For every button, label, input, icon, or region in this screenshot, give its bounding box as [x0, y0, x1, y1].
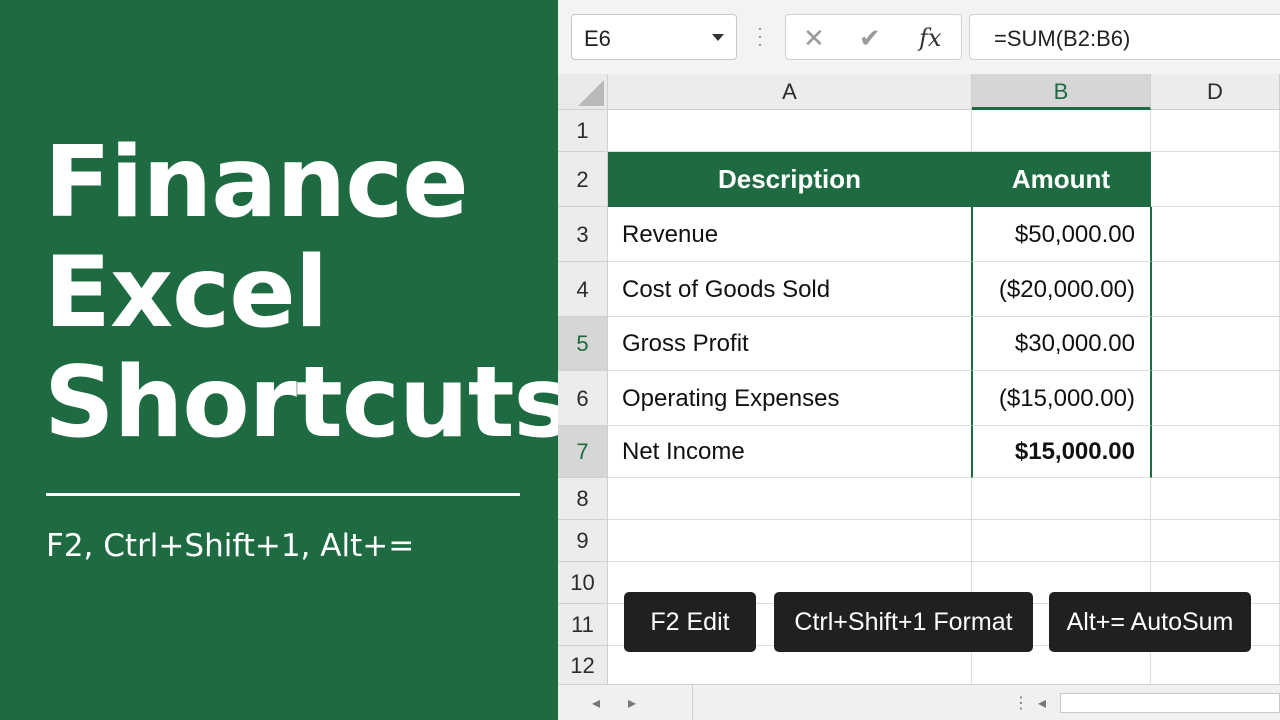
row-header-11[interactable]: 11 [558, 604, 608, 646]
formula-input[interactable]: =SUM(B2:B6) [969, 14, 1280, 60]
cell-amount[interactable]: ($20,000.00) [971, 262, 1152, 317]
promo-title: Finance Excel Shortcuts [44, 126, 572, 460]
row-header-9[interactable]: 9 [558, 520, 608, 562]
cell-a9[interactable] [608, 520, 972, 562]
cell-b9[interactable] [972, 520, 1151, 562]
sheet-status-bar: ◂ ▸ ⋮ ◂ [558, 684, 1280, 720]
table-header-description[interactable]: Description [608, 152, 972, 207]
table-header-amount[interactable]: Amount [972, 152, 1151, 207]
cell-description[interactable]: Net Income [608, 426, 972, 478]
scroll-left-icon[interactable]: ◂ [1038, 693, 1046, 713]
column-header-b[interactable]: B [972, 74, 1151, 110]
cell-d1[interactable] [1151, 110, 1280, 152]
name-box[interactable]: E6 [571, 14, 737, 60]
row-header-10[interactable]: 10 [558, 562, 608, 604]
cell-description[interactable]: Revenue [608, 207, 972, 262]
column-header-d[interactable]: D [1151, 74, 1280, 110]
fx-label: fx [919, 24, 942, 52]
shortcut-autosum-button[interactable]: Alt+= AutoSum [1049, 592, 1251, 652]
promo-title-line-2: Excel [44, 236, 328, 350]
cell-d2[interactable] [1151, 152, 1280, 207]
shortcut-f2-edit-button[interactable]: F2 Edit [624, 592, 756, 652]
horizontal-scrollbar[interactable] [1060, 693, 1280, 713]
cancel-icon[interactable]: ✕ [803, 23, 825, 54]
cell-b1[interactable] [972, 110, 1151, 152]
select-all-icon [578, 80, 604, 106]
previous-sheet-icon[interactable]: ◂ [592, 693, 600, 713]
more-options-icon[interactable]: ⋮ [1013, 693, 1029, 713]
cell-amount[interactable]: ($15,000.00) [971, 371, 1152, 426]
formula-buttons: ✕ ✔ fx [785, 14, 962, 60]
status-divider [692, 685, 693, 720]
cell-d9[interactable] [1151, 520, 1280, 562]
cell-description[interactable]: Operating Expenses [608, 371, 972, 426]
cell-b8[interactable] [972, 478, 1151, 520]
row-header-8[interactable]: 8 [558, 478, 608, 520]
cell-d4[interactable] [1152, 262, 1280, 317]
insert-function-icon[interactable]: fx [919, 24, 941, 52]
more-options-icon[interactable]: · · · [755, 19, 765, 53]
cell-a8[interactable] [608, 478, 972, 520]
name-box-value: E6 [584, 26, 611, 51]
confirm-icon[interactable]: ✔ [859, 23, 881, 54]
cell-d3[interactable] [1152, 207, 1280, 262]
formula-bar: E6 · · · ✕ ✔ fx =SUM(B2:B6) [558, 0, 1280, 74]
promo-panel: Finance Excel Shortcuts F2, Ctrl+Shift+1… [0, 0, 572, 720]
cell-d7[interactable] [1152, 426, 1280, 478]
row-header-3[interactable]: 3 [558, 207, 608, 262]
cell-amount[interactable]: $30,000.00 [971, 317, 1152, 371]
select-all-corner[interactable] [558, 74, 608, 110]
row-header-4[interactable]: 4 [558, 262, 608, 317]
cell-d6[interactable] [1152, 371, 1280, 426]
column-header-a[interactable]: A [608, 74, 972, 110]
cell-a1[interactable] [608, 110, 972, 152]
shortcut-format-button[interactable]: Ctrl+Shift+1 Format [774, 592, 1033, 652]
promo-title-line-3: Shortcuts [44, 346, 572, 460]
cell-grid: A B D 1 2 3 4 5 6 7 8 9 10 11 12 Descrip… [558, 74, 1280, 684]
cell-d5[interactable] [1152, 317, 1280, 371]
row-header-7[interactable]: 7 [558, 426, 608, 478]
cell-d8[interactable] [1151, 478, 1280, 520]
row-header-5[interactable]: 5 [558, 317, 608, 371]
next-sheet-icon[interactable]: ▸ [628, 693, 636, 713]
row-header-6[interactable]: 6 [558, 371, 608, 426]
cell-description[interactable]: Gross Profit [608, 317, 972, 371]
promo-subtitle: F2, Ctrl+Shift+1, Alt+= [46, 528, 415, 564]
row-header-1[interactable]: 1 [558, 110, 608, 152]
spreadsheet-window: E6 · · · ✕ ✔ fx =SUM(B2:B6) A B D 1 2 3 4 … [558, 0, 1280, 720]
cell-amount[interactable]: $50,000.00 [971, 207, 1152, 262]
row-header-12[interactable]: 12 [558, 646, 608, 684]
cell-description[interactable]: Cost of Goods Sold [608, 262, 972, 317]
chevron-down-icon[interactable] [712, 34, 724, 41]
row-header-2[interactable]: 2 [558, 152, 608, 207]
cell-amount[interactable]: $15,000.00 [971, 426, 1152, 478]
promo-title-line-1: Finance [44, 126, 469, 240]
promo-divider [46, 493, 520, 496]
